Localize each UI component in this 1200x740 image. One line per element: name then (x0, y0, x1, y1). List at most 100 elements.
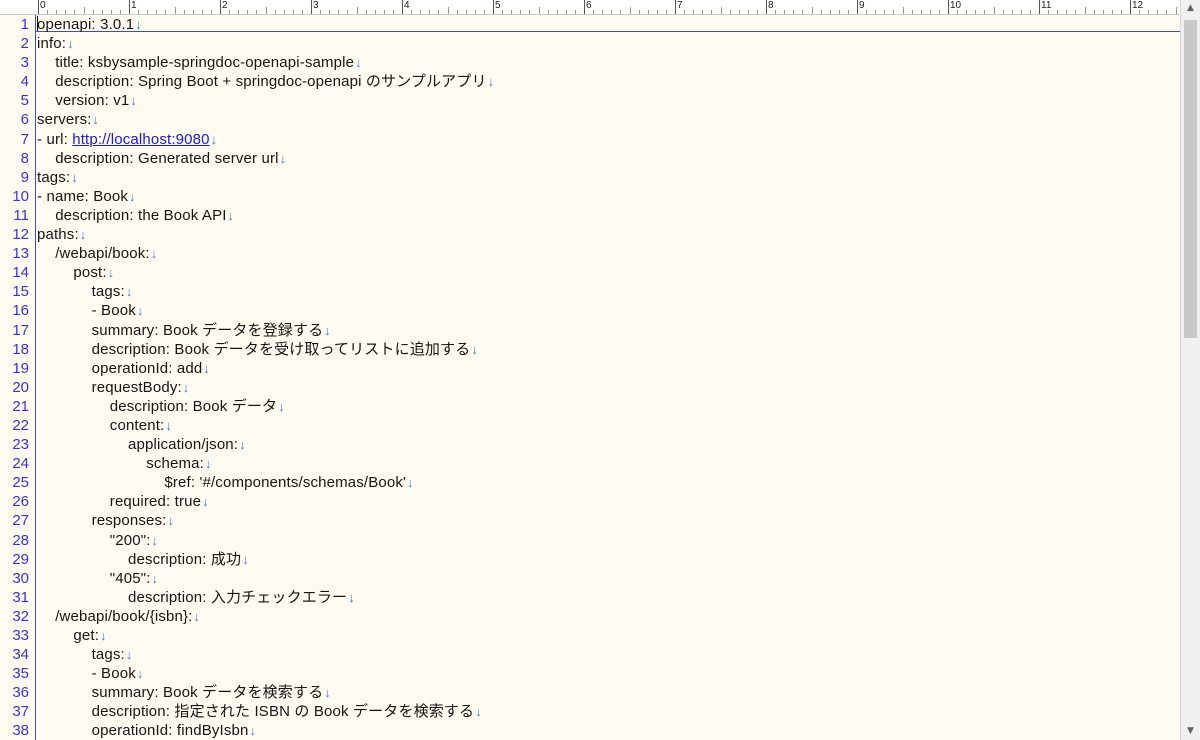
code-line[interactable]: operationId: findByIsbn↓ (37, 721, 1177, 740)
code-line[interactable]: openapi: 3.0.1↓ (37, 15, 1177, 34)
line-number: 31 (12, 588, 29, 606)
line-number-gutter: 1 2 3 4 5 6 7 8 9 10 11 12 13 14 15 16 17 18 19 20 21 22 23 24 2… (0, 15, 36, 740)
ruler-tick (192, 10, 194, 14)
code-line[interactable]: get:↓ (37, 626, 1177, 645)
code-text: description: Book データを受け取ってリストに追加する (91, 340, 471, 358)
ruler-tick (292, 10, 294, 14)
ruler-tick (374, 10, 376, 14)
ruler-tick (1148, 10, 1150, 14)
text-editor-area[interactable]: openapi: 3.0.1↓ info:↓ title: ksbysample-s… (37, 15, 1177, 740)
code-line[interactable]: requestBody:↓ (37, 378, 1177, 397)
line-number: 17 (12, 321, 29, 339)
code-line[interactable]: /webapi/book/{isbn}:↓ (37, 607, 1177, 626)
ruler-tick (984, 10, 986, 14)
vertical-scrollbar[interactable]: ▲ ▼ (1180, 0, 1200, 740)
newline-marker-icon: ↓ (92, 112, 100, 128)
code-line[interactable]: tags:↓ (37, 168, 1177, 187)
ruler-tick (301, 10, 303, 14)
code-text: paths: (37, 226, 79, 244)
code-line[interactable]: - name: Book↓ (37, 187, 1177, 206)
code-text: operationId: add (91, 359, 203, 377)
line-number: 18 (12, 340, 29, 358)
ruler-tick (1029, 10, 1031, 14)
code-line[interactable]: "405":↓ (37, 569, 1177, 588)
code-text: responses: (91, 512, 167, 530)
line-number: 21 (12, 397, 29, 415)
ruler-tick (1120, 10, 1122, 14)
ruler-tick (320, 10, 322, 14)
code-line[interactable]: content:↓ (37, 416, 1177, 435)
ruler-tick (56, 10, 58, 14)
code-text: application/json: (128, 436, 239, 454)
code-line[interactable]: description: Generated server url↓ (37, 149, 1177, 168)
ruler-tick (520, 10, 522, 14)
code-line[interactable]: version: v1↓ (37, 91, 1177, 110)
ruler-tick (1011, 10, 1013, 14)
ruler-tick (820, 10, 822, 14)
ruler-tick (866, 10, 868, 14)
code-line[interactable]: tags:↓ (37, 645, 1177, 664)
ruler-tick (138, 10, 140, 14)
code-line[interactable]: title: ksbysample-springdoc-openapi-samp… (37, 53, 1177, 72)
ruler-label: 12 (1132, 0, 1144, 11)
code-line[interactable]: servers:↓ (37, 110, 1177, 129)
ruler-tick (966, 10, 968, 14)
code-line[interactable]: required: true↓ (37, 492, 1177, 511)
ruler-tick (356, 7, 358, 14)
ruler-tick (47, 10, 49, 14)
ruler-tick (638, 10, 640, 14)
code-text: description: Book データ (109, 397, 278, 415)
line-number: 34 (12, 646, 29, 664)
code-text: title: ksbysample-springdoc-openapi-samp… (55, 54, 355, 72)
code-line[interactable]: paths:↓ (37, 225, 1177, 244)
ruler-tick (675, 0, 676, 14)
code-line[interactable]: summary: Book データを検索する↓ (37, 683, 1177, 702)
code-line[interactable]: description: 指定された ISBN の Book データを検索する↓ (37, 702, 1177, 721)
ruler-tick (511, 10, 513, 14)
newline-marker-icon: ↓ (151, 532, 159, 548)
code-line[interactable]: - Book↓ (37, 664, 1177, 683)
code-line[interactable]: description: 成功↓ (37, 550, 1177, 569)
ruler-tick (611, 10, 613, 14)
code-line[interactable]: schema:↓ (37, 454, 1177, 473)
code-line[interactable]: - url: http://localhost:9080↓ (37, 130, 1177, 149)
line-number: 2 (20, 35, 29, 53)
scroll-down-icon[interactable]: ▼ (1181, 723, 1200, 740)
code-text: /webapi/book/{isbn}: (55, 607, 193, 625)
code-text: summary: Book データを登録する (91, 321, 324, 339)
scroll-up-icon[interactable]: ▲ (1181, 0, 1200, 17)
code-line[interactable]: post:↓ (37, 263, 1177, 282)
code-line[interactable]: tags:↓ (37, 282, 1177, 301)
ruler-tick (347, 10, 349, 14)
code-line[interactable]: - Book↓ (37, 301, 1177, 320)
ruler-tick (183, 10, 185, 14)
code-line[interactable]: operationId: add↓ (37, 359, 1177, 378)
code-line[interactable]: summary: Book データを登録する↓ (37, 321, 1177, 340)
code-line[interactable]: "200":↓ (37, 531, 1177, 550)
code-line[interactable]: description: Book データを受け取ってリストに追加する↓ (37, 340, 1177, 359)
code-line[interactable]: $ref: '#/components/schemas/Book'↓ (37, 473, 1177, 492)
scrollbar-thumb[interactable] (1184, 20, 1197, 338)
newline-marker-icon: ↓ (279, 150, 287, 166)
ruler-tick (429, 10, 431, 14)
ruler-tick (156, 10, 158, 14)
code-line[interactable]: description: 入力チェックエラー↓ (37, 588, 1177, 607)
code-text: tags: (91, 646, 125, 664)
code-line[interactable]: description: Book データ↓ (37, 397, 1177, 416)
ruler-tick (420, 10, 422, 14)
code-line[interactable]: description: the Book API↓ (37, 206, 1177, 225)
code-line[interactable]: responses:↓ (37, 511, 1177, 530)
line-number: 6 (20, 111, 29, 129)
ruler-tick (602, 10, 604, 14)
ruler-tick (784, 10, 786, 14)
code-line[interactable]: info:↓ (37, 34, 1177, 53)
ruler-tick (438, 10, 440, 14)
code-line[interactable]: /webapi/book:↓ (37, 244, 1177, 263)
ruler-tick (647, 10, 649, 14)
ruler-tick (365, 10, 367, 14)
url-link[interactable]: http://localhost:9080 (72, 131, 209, 148)
ruler-tick (1057, 10, 1059, 14)
line-number: 38 (12, 722, 29, 740)
code-line[interactable]: description: Spring Boot + springdoc-ope… (37, 72, 1177, 91)
code-line[interactable]: application/json:↓ (37, 435, 1177, 454)
